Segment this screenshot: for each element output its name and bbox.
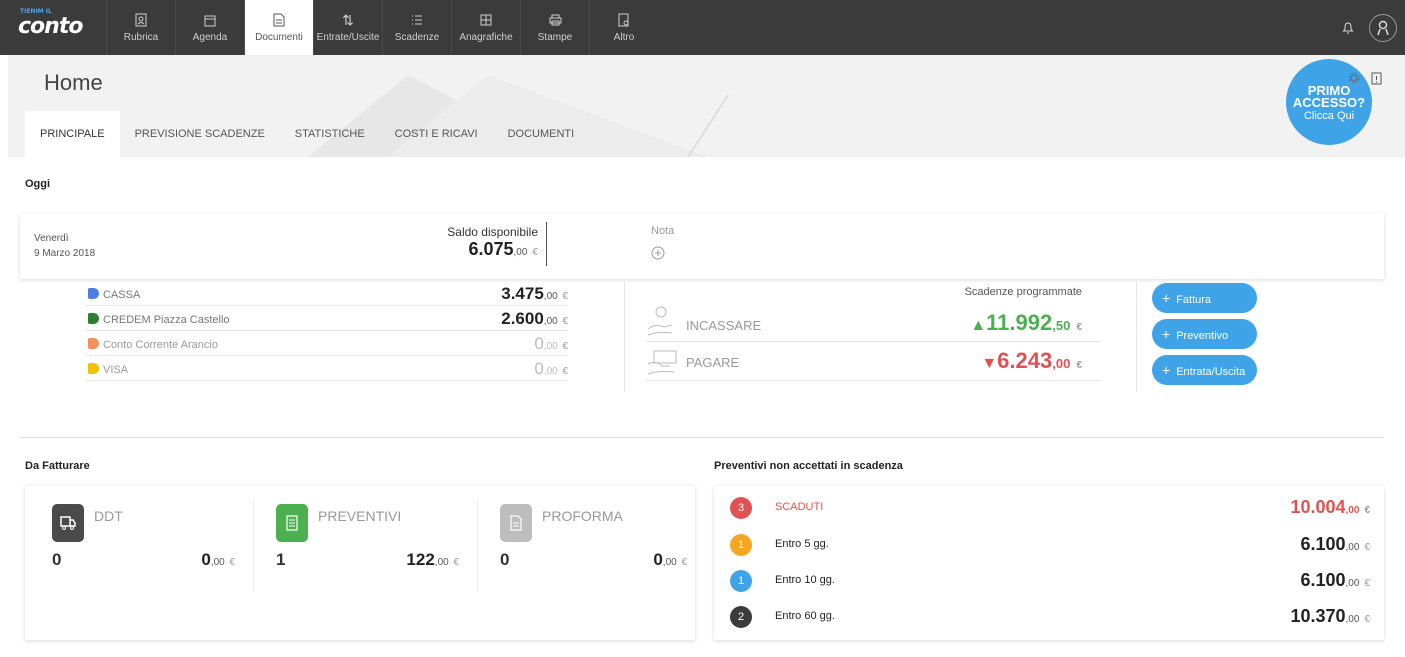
saldo-value: 6.075,00 € [468,239,538,259]
user-avatar-icon[interactable] [1369,14,1397,42]
account-color-icon [88,363,99,374]
tab-statistiche[interactable]: STATISTICHE [280,111,380,157]
notifications-bell-icon[interactable] [1334,14,1362,42]
document-icon [271,12,287,28]
arrows-up-down-icon: ⇅ [342,11,354,28]
account-row[interactable]: CASSA 3.475,00 € [86,281,568,306]
account-color-icon [88,338,99,349]
account-row[interactable]: CREDEM Piazza Castello 2.600,00 € [86,306,568,331]
pagare-label: PAGARE [686,355,740,370]
saldo-divider [546,222,547,266]
new-fattura-button[interactable]: + Fattura [1152,283,1257,313]
plus-icon: + [1162,290,1171,306]
tab-previsione-scadenze[interactable]: PREVISIONE SCADENZE [120,111,280,157]
list-check-icon [409,12,425,28]
proforma-doc-icon [500,504,532,542]
truck-icon [52,504,84,542]
preventivi-row[interactable]: 2 Entro 60 gg. 10.370,00 € [714,599,1384,635]
incassare-value[interactable]: ▲11.992,50 € [900,310,1082,336]
account-color-icon [88,313,99,324]
account-row[interactable]: VISA 0,00 € [86,356,568,381]
page-title: Home [44,70,103,95]
fatturare-ddt[interactable]: DDT 0 0,00 € [28,494,253,612]
nav-scadenze[interactable]: Scadenze [382,0,451,55]
nav-altro[interactable]: Altro [589,0,658,55]
printer-icon [547,12,563,28]
tab-principale[interactable]: PRINCIPALE [25,111,120,157]
hand-receive-icon [646,305,676,342]
preventivi-row[interactable]: 1 Entro 5 gg. 6.100,00 € [714,527,1384,563]
section-divider [20,437,1384,438]
pagare-value[interactable]: ▼6.243,00 € [900,348,1082,374]
divider [624,282,625,392]
oggi-title: Oggi [25,178,51,190]
oggi-day: Venerdì [34,233,69,244]
plus-icon: + [1162,326,1171,342]
account-color-icon [88,288,99,299]
arrow-down-icon: ▼ [981,355,998,372]
incassare-label: INCASSARE [686,318,762,333]
nav-agenda[interactable]: Agenda [175,0,244,55]
nav-stampe[interactable]: Stampe [520,0,589,55]
divider [646,341,1101,342]
contact-card-icon [133,12,149,28]
preventivi-row[interactable]: 3 SCADUTI 10.004,00 € [714,490,1384,526]
tab-costi-ricavi[interactable]: COSTI E RICAVI [380,111,493,157]
account-row[interactable]: Conto Corrente Arancio 0,00 € [86,331,568,356]
arrow-up-icon: ▲ [970,317,987,334]
plus-icon: + [1162,362,1171,378]
nav-anagrafiche[interactable]: Anagrafiche [451,0,520,55]
tab-documenti[interactable]: DOCUMENTI [493,111,590,157]
oggi-card [20,213,1384,279]
nota-label: Nota [651,225,675,237]
info-doc-icon[interactable] [1371,72,1382,88]
nav-documenti[interactable]: Documenti [244,0,313,55]
divider [1136,282,1137,392]
nav-rubrica[interactable]: Rubrica [106,0,175,55]
accounts-list: CASSA 3.475,00 € CREDEM Piazza Castello … [86,281,568,381]
fatturare-preventivi[interactable]: PREVENTIVI 1 122,00 € [252,494,477,612]
scadenze-title: Scadenze programmate [964,286,1082,298]
grid-icon [478,12,494,28]
calendar-icon [202,12,218,28]
nav-entrate-uscite[interactable]: ⇅ Entrate/Uscite [313,0,382,55]
add-nota-icon[interactable] [651,246,665,263]
fatturare-proforma[interactable]: PROFORMA 0 0,00 € [476,494,701,612]
app-logo[interactable]: TIENIM IL conto [18,8,90,40]
saldo-label: Saldo disponibile [447,225,538,239]
quote-list-icon [276,504,308,542]
da-fatturare-title: Da Fatturare [25,460,90,472]
new-entrata-uscita-button[interactable]: + Entrata/Uscita [1152,355,1257,385]
gear-icon[interactable] [1348,72,1360,87]
hand-pay-icon [646,348,680,381]
preventivi-scadenza-title: Preventivi non accettati in scadenza [714,460,903,472]
oggi-date: 9 Marzo 2018 [34,248,96,259]
divider [646,380,1101,381]
preventivi-row[interactable]: 1 Entro 10 gg. 6.100,00 € [714,563,1384,599]
more-doc-icon [616,12,632,28]
tab-bar: PRINCIPALE PREVISIONE SCADENZE STATISTIC… [25,111,589,157]
main-nav: Rubrica Agenda Documenti ⇅ Entrate/Uscit… [106,0,658,55]
new-preventivo-button[interactable]: + Preventivo [1152,319,1257,349]
